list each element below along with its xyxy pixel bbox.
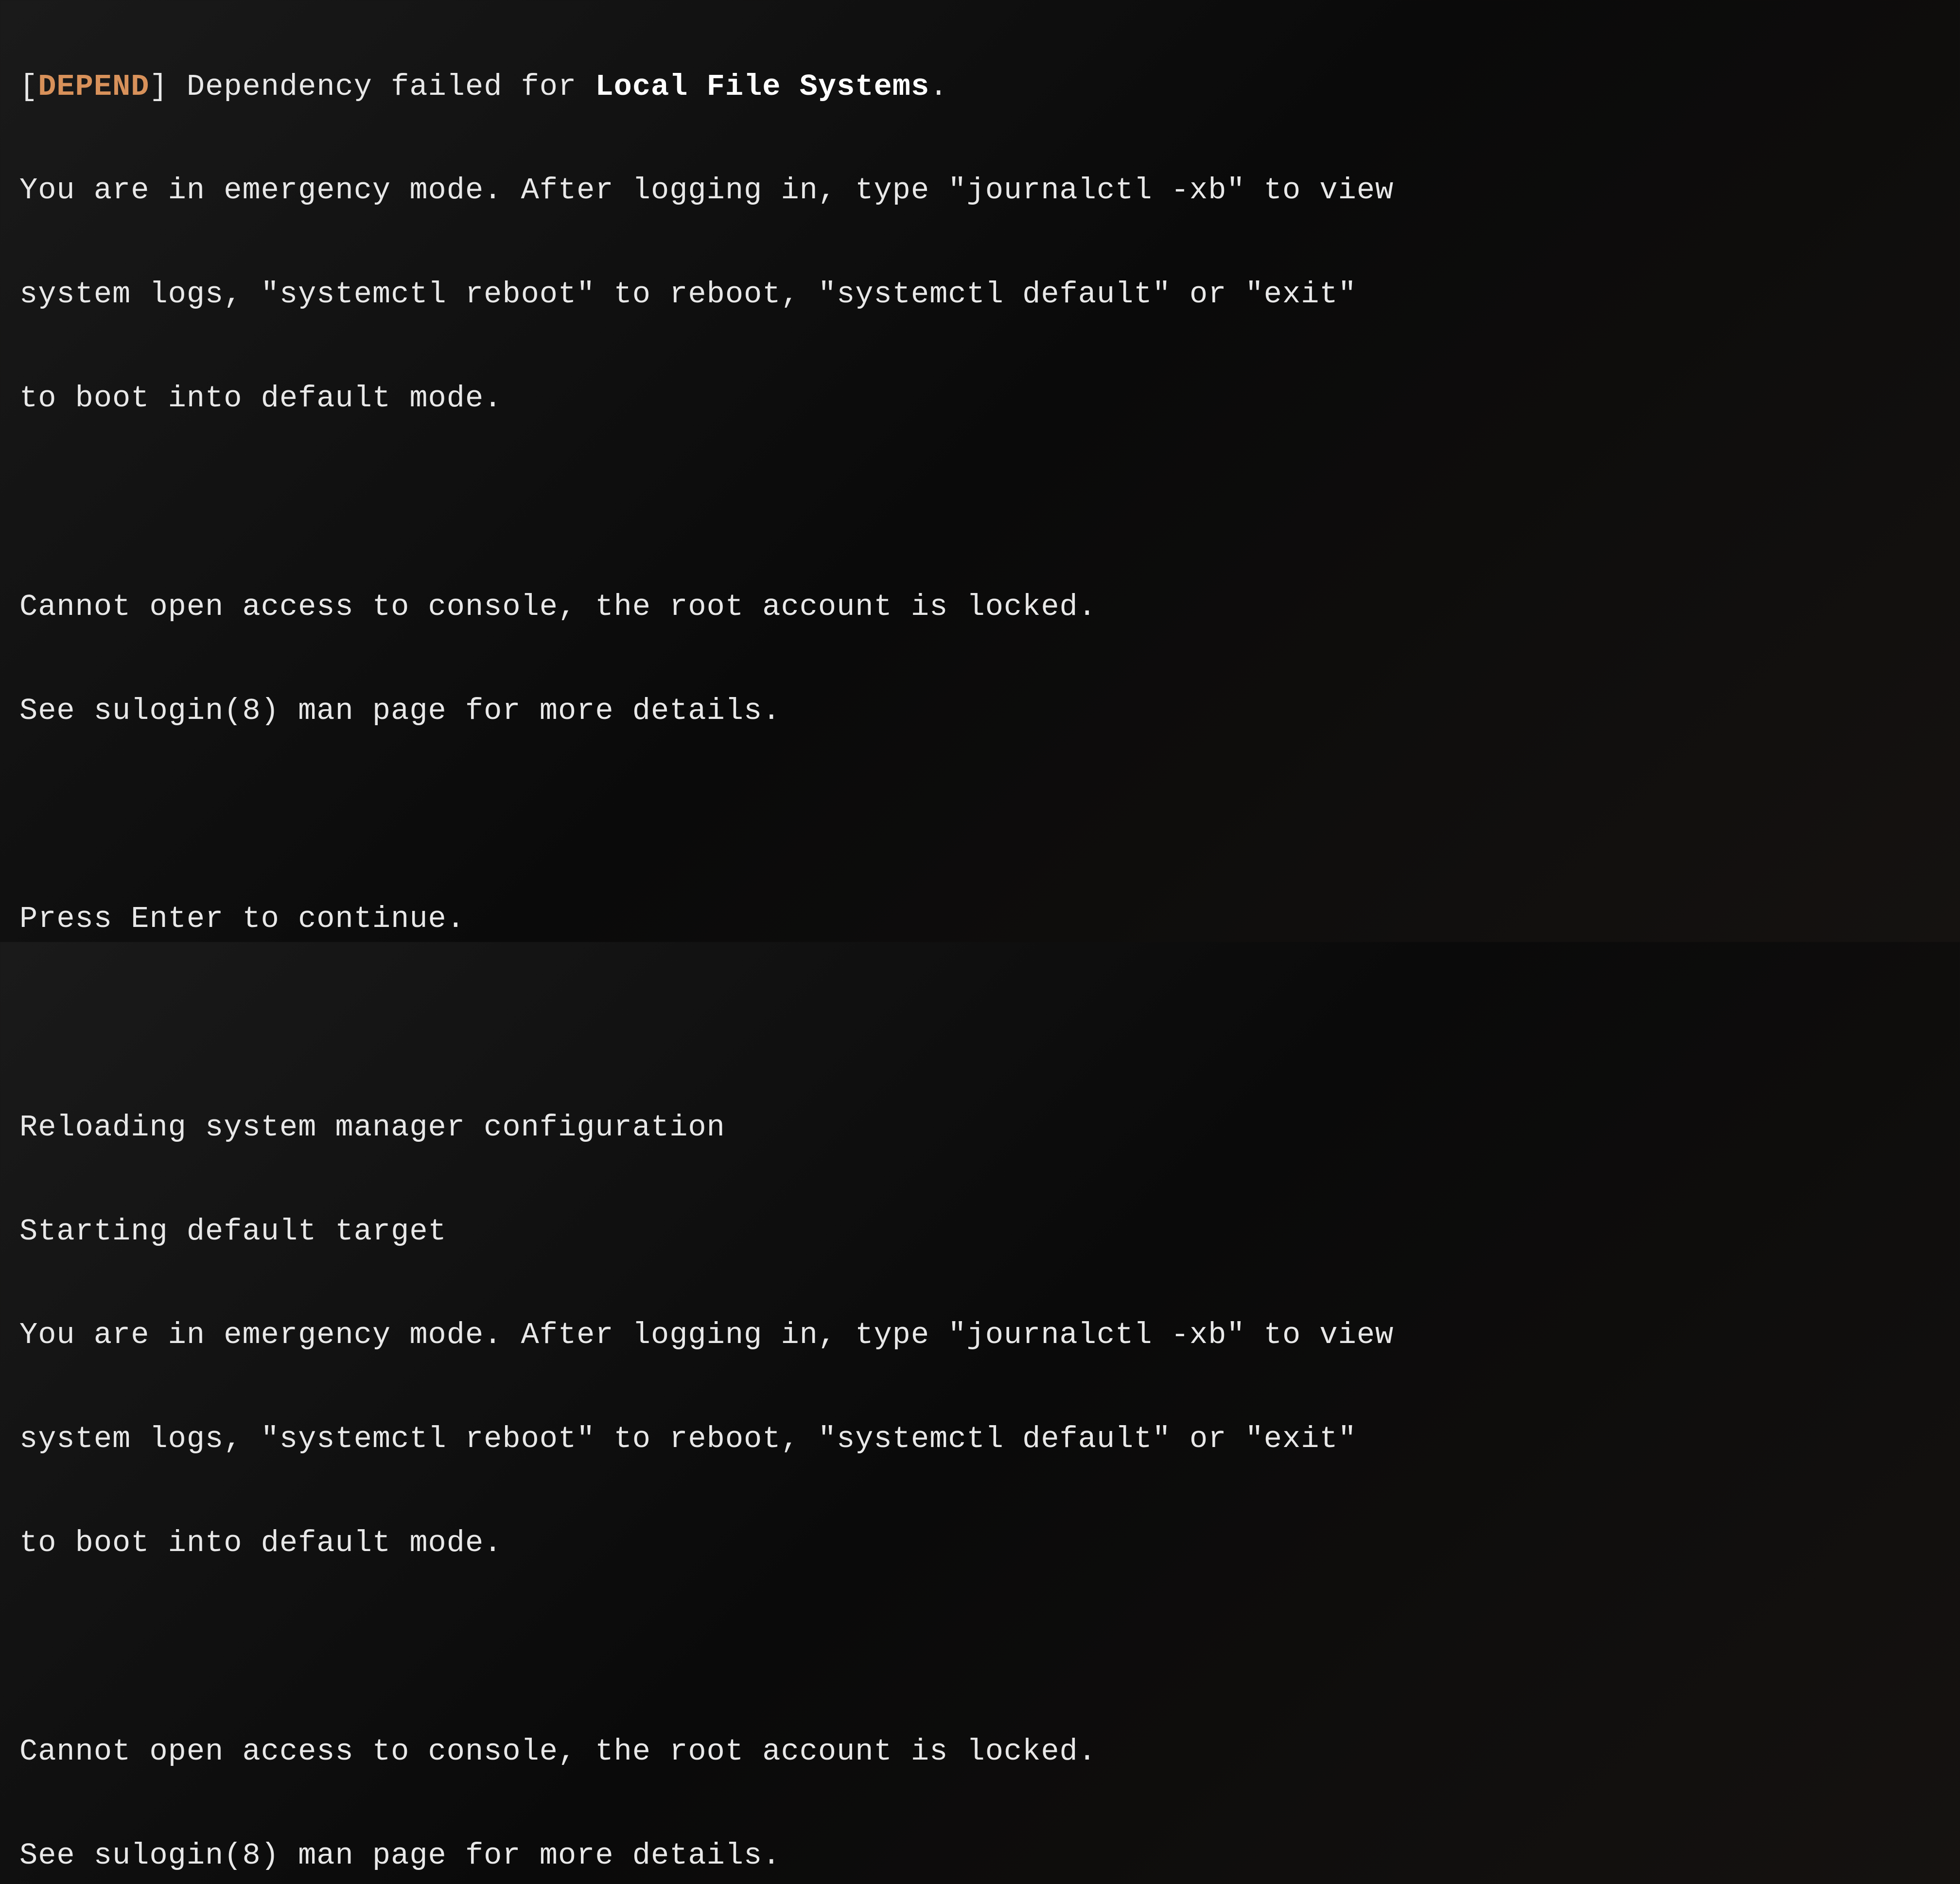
depend-msg-post: . [929, 70, 948, 104]
status-tag-depend: DEPEND [38, 70, 149, 104]
sulogin-hint-line-b: See sulogin(8) man page for more details… [19, 1838, 1941, 1873]
bracket-open: [ [19, 70, 38, 104]
boot-line-depend: [DEPEND] Dependency failed for Local Fil… [19, 70, 1941, 104]
start-default-target-line: Starting default target [19, 1214, 1941, 1249]
press-enter-prompt[interactable]: Press Enter to continue. [19, 902, 1941, 936]
blank-line [19, 485, 1941, 520]
sulogin-hint-line: See sulogin(8) man page for more details… [19, 694, 1941, 728]
emergency-mode-line-2b: system logs, "systemctl reboot" to reboo… [19, 1422, 1941, 1456]
blank-line [19, 1006, 1941, 1041]
blank-line [19, 1630, 1941, 1665]
emergency-mode-line-3b: to boot into default mode. [19, 1526, 1941, 1560]
bracket-close: ] [149, 70, 186, 104]
blank-line [19, 798, 1941, 833]
console-output: [DEPEND] Dependency failed for Local Fil… [19, 0, 1941, 1884]
root-locked-line: Cannot open access to console, the root … [19, 590, 1941, 624]
emergency-mode-line-1: You are in emergency mode. After logging… [19, 173, 1941, 208]
reload-config-line: Reloading system manager configuration [19, 1110, 1941, 1145]
emergency-mode-line-2: system logs, "systemctl reboot" to reboo… [19, 277, 1941, 312]
root-locked-line-b: Cannot open access to console, the root … [19, 1734, 1941, 1769]
emergency-mode-line-3: to boot into default mode. [19, 381, 1941, 416]
depend-msg-pre: Dependency failed for [187, 70, 595, 104]
depend-msg-target: Local File Systems [595, 70, 929, 104]
emergency-mode-line-1b: You are in emergency mode. After logging… [19, 1318, 1941, 1352]
